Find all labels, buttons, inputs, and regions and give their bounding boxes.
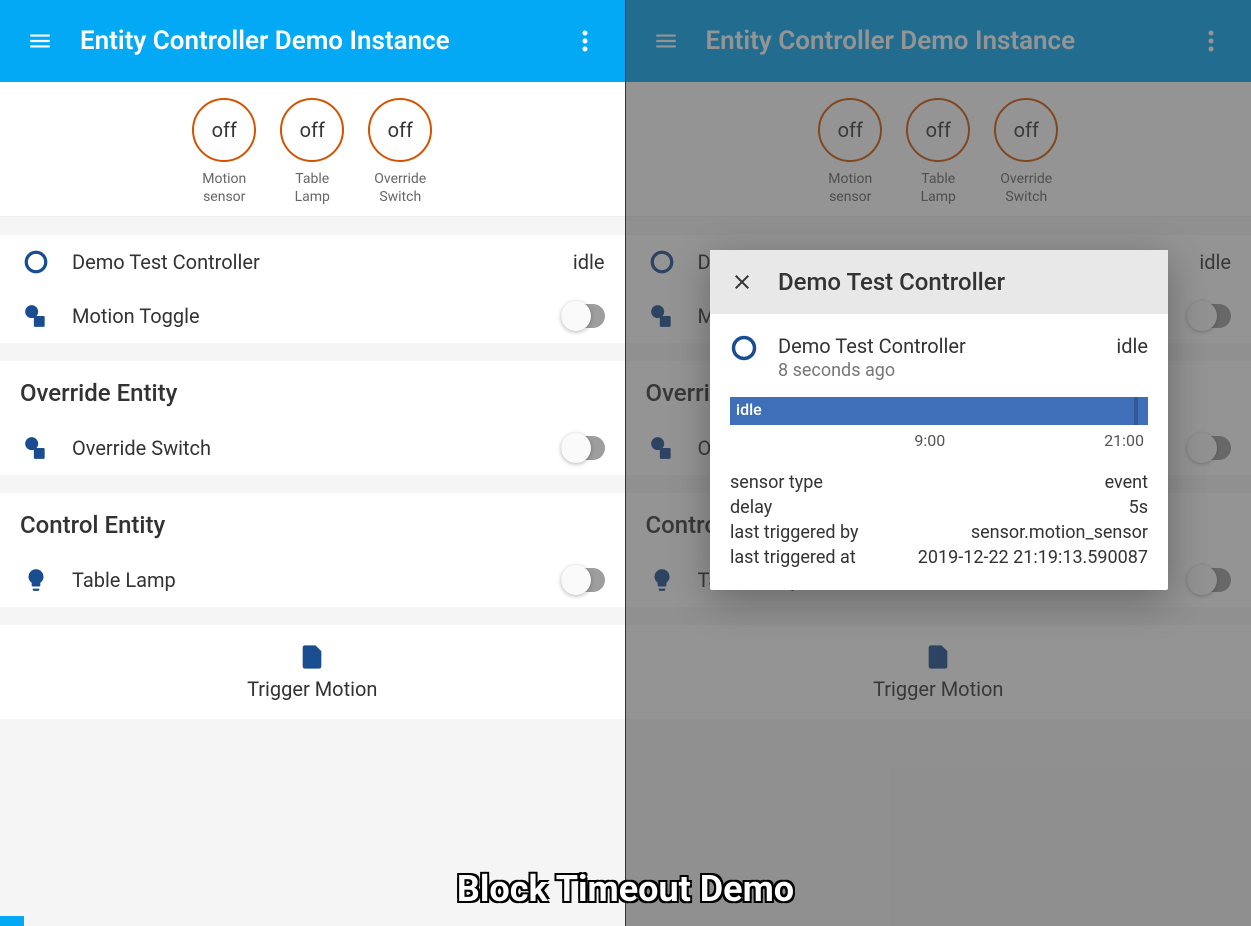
lamp-toggle-switch[interactable] [561, 568, 605, 592]
hamburger-icon [27, 28, 53, 54]
attribute-row: last triggered at 2019-12-22 21:19:13.59… [730, 545, 1148, 570]
app-title: Entity Controller Demo Instance [80, 26, 561, 56]
dialog-header: Demo Test Controller [710, 250, 1168, 314]
dialog-body: Demo Test Controller 8 seconds ago idle … [710, 314, 1168, 590]
motion-toggle-switch[interactable] [561, 304, 605, 328]
more-info-dialog: Demo Test Controller Demo Test Controlle… [710, 250, 1168, 590]
entity-row-override-switch: Override Switch [0, 421, 625, 475]
close-button[interactable] [730, 270, 754, 294]
glance-card: off Motionsensor off TableLamp off Overr… [0, 82, 625, 217]
attribute-row: delay 5s [730, 495, 1148, 520]
glance-motion-sensor[interactable]: off Motionsensor [192, 98, 256, 206]
circle-outline-icon [730, 334, 758, 362]
dialog-entity-state: idle [1116, 334, 1148, 358]
entity-row-controller[interactable]: Demo Test Controller idle [0, 235, 625, 289]
glance-label: Motionsensor [202, 170, 246, 206]
entities-card: Demo Test Controller idle Motion Toggle [0, 235, 625, 343]
dots-vertical-icon [582, 29, 588, 53]
attr-value: 2019-12-22 21:19:13.590087 [918, 547, 1148, 568]
card-title: Override Entity [0, 361, 625, 421]
history-time-a: 9:00 [914, 431, 945, 450]
entity-name: Override Switch [72, 436, 541, 460]
circle-outline-icon [23, 249, 49, 275]
close-icon [730, 270, 754, 294]
attr-key: delay [730, 497, 772, 518]
demo-caption: Block Timeout Demo [0, 868, 1251, 910]
card-title: Control Entity [0, 493, 625, 553]
entity-state: idle [573, 250, 605, 274]
dialog-entity-info: Demo Test Controller 8 seconds ago idle [730, 334, 1148, 381]
control-card: Control Entity Table Lamp [0, 493, 625, 607]
more-button[interactable] [561, 17, 609, 65]
lightbulb-icon [23, 567, 49, 593]
script-label: Trigger Motion [247, 677, 377, 701]
attribute-row: last triggered by sensor.motion_sensor [730, 520, 1148, 545]
history-bar[interactable]: idle [730, 397, 1148, 425]
glance-state: off [192, 98, 256, 162]
glance-label: TableLamp [295, 170, 330, 206]
glance-table-lamp[interactable]: off TableLamp [280, 98, 344, 206]
override-card: Override Entity Override Switch [0, 361, 625, 475]
script-trigger-motion[interactable]: Trigger Motion [0, 643, 625, 701]
dialog-entity-name: Demo Test Controller [778, 334, 1096, 358]
dialog-title: Demo Test Controller [778, 268, 1005, 296]
menu-button[interactable] [16, 17, 64, 65]
glance-state: off [280, 98, 344, 162]
entity-row-motion-toggle: Motion Toggle [0, 289, 625, 343]
history-time-b: 21:00 [1104, 431, 1144, 450]
attribute-row: sensor type event [730, 470, 1148, 495]
override-toggle-switch[interactable] [561, 436, 605, 460]
history-time-axis: 9:00 21:00 [730, 431, 1148, 450]
glance-override-switch[interactable]: off OverrideSwitch [368, 98, 432, 206]
entity-row-table-lamp: Table Lamp [0, 553, 625, 607]
history-state-label: idle [736, 400, 762, 419]
attr-value: sensor.motion_sensor [971, 522, 1148, 543]
attr-value: event [1105, 472, 1148, 493]
attr-key: last triggered at [730, 547, 856, 568]
attr-value: 5s [1129, 497, 1148, 518]
script-icon [298, 643, 326, 671]
glance-label: OverrideSwitch [374, 170, 426, 206]
app-header: Entity Controller Demo Instance [0, 0, 625, 82]
history-tick [1134, 397, 1138, 425]
entity-name: Demo Test Controller [72, 250, 553, 274]
pane-left: Entity Controller Demo Instance off Moti… [0, 0, 626, 926]
glance-state: off [368, 98, 432, 162]
attr-key: sensor type [730, 472, 823, 493]
entity-name: Table Lamp [72, 568, 541, 592]
entity-name: Motion Toggle [72, 304, 541, 328]
progress-indicator [0, 916, 24, 926]
script-card: Trigger Motion [0, 625, 625, 719]
input-boolean-icon [23, 435, 49, 461]
dialog-last-changed: 8 seconds ago [778, 360, 1096, 381]
input-boolean-icon [23, 303, 49, 329]
attr-key: last triggered by [730, 522, 859, 543]
